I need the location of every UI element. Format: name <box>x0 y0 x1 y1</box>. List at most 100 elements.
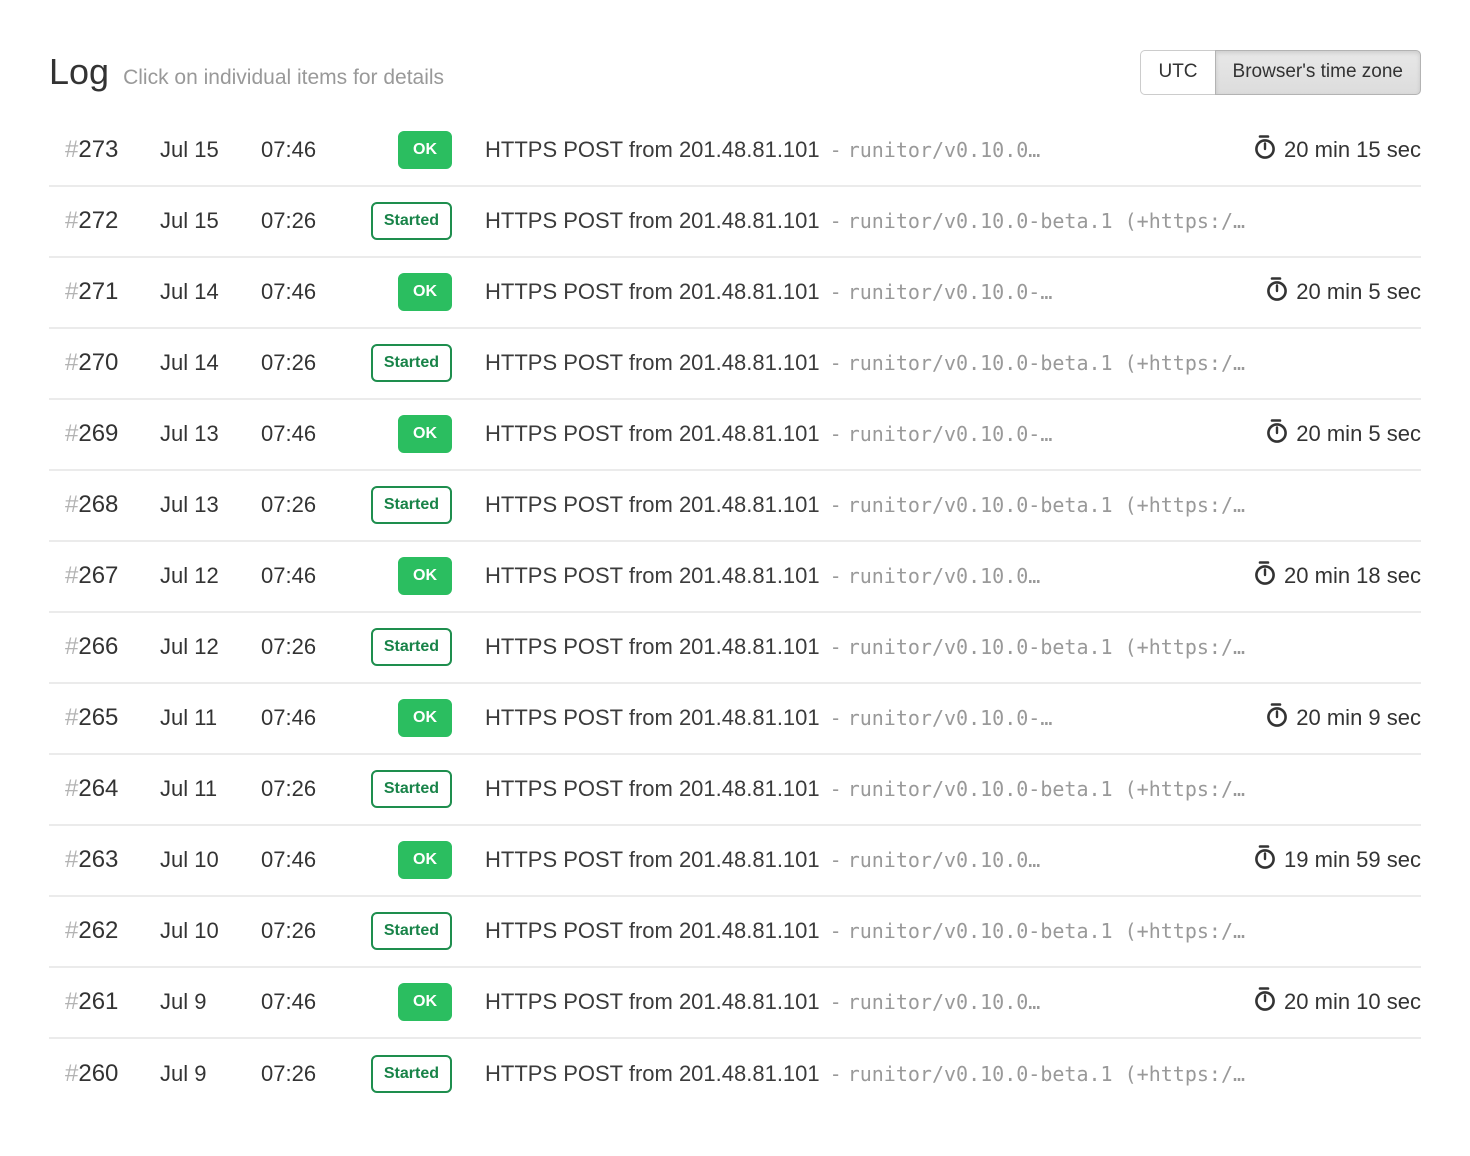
status-cell: Started <box>327 628 452 666</box>
log-row[interactable]: #260 Jul 9 07:26 Started HTTPS POST from… <box>49 1039 1421 1110</box>
event-text: HTTPS POST from 201.48.81.101 <box>485 492 820 517</box>
log-row[interactable]: #273 Jul 15 07:46 OK HTTPS POST from 201… <box>49 116 1421 187</box>
user-agent-text: runitor/v0.10.0… <box>848 848 1041 872</box>
log-row[interactable]: #265 Jul 11 07:46 OK HTTPS POST from 201… <box>49 684 1421 755</box>
log-row[interactable]: #269 Jul 13 07:46 OK HTTPS POST from 201… <box>49 400 1421 471</box>
status-cell: Started <box>327 486 452 524</box>
event-number: #270 <box>49 349 160 377</box>
event-separator: - <box>830 138 842 162</box>
event-date: Jul 11 <box>160 705 261 731</box>
user-agent-text: runitor/v0.10.0-beta.1 (+https:/… <box>848 777 1245 801</box>
log-row[interactable]: #261 Jul 9 07:46 OK HTTPS POST from 201.… <box>49 968 1421 1039</box>
event-separator: - <box>830 706 842 730</box>
event-date: Jul 9 <box>160 1061 261 1087</box>
log-row[interactable]: #263 Jul 10 07:46 OK HTTPS POST from 201… <box>49 826 1421 897</box>
status-badge: Started <box>371 486 452 524</box>
log-row[interactable]: #264 Jul 11 07:26 Started HTTPS POST fro… <box>49 755 1421 826</box>
event-number-value: 266 <box>78 633 118 660</box>
status-badge: Started <box>371 770 452 808</box>
event-text: HTTPS POST from 201.48.81.101 <box>485 350 820 375</box>
status-badge: OK <box>398 699 452 737</box>
page-header: Log Click on individual items for detail… <box>49 50 1421 95</box>
utc-button[interactable]: UTC <box>1140 50 1214 95</box>
event-text: HTTPS POST from 201.48.81.101 <box>485 137 820 162</box>
event-time: 07:26 <box>261 1061 327 1087</box>
log-row[interactable]: #266 Jul 12 07:26 Started HTTPS POST fro… <box>49 613 1421 684</box>
user-agent-text: runitor/v0.10.0-beta.1 (+https:/… <box>848 1062 1245 1086</box>
event-description: HTTPS POST from 201.48.81.101-runitor/v0… <box>485 705 1250 731</box>
duration-cell: 20 min 15 sec <box>1254 134 1421 166</box>
event-number: #269 <box>49 420 160 448</box>
status-badge: Started <box>371 344 452 382</box>
event-number-hash: # <box>65 420 78 447</box>
event-time: 07:46 <box>261 421 327 447</box>
user-agent-text: runitor/v0.10.0-beta.1 (+https:/… <box>848 351 1245 375</box>
status-badge: Started <box>371 202 452 240</box>
event-number: #266 <box>49 633 160 661</box>
duration-text: 20 min 9 sec <box>1296 705 1421 731</box>
status-cell: OK <box>327 557 452 595</box>
status-cell: Started <box>327 912 452 950</box>
event-separator: - <box>830 564 842 588</box>
event-number-hash: # <box>65 917 78 944</box>
browser-timezone-button[interactable]: Browser's time zone <box>1215 50 1421 95</box>
event-text: HTTPS POST from 201.48.81.101 <box>485 1061 820 1086</box>
status-badge: OK <box>398 415 452 453</box>
event-number-value: 264 <box>78 775 118 802</box>
event-date: Jul 10 <box>160 847 261 873</box>
status-cell: OK <box>327 841 452 879</box>
event-number-value: 261 <box>78 988 118 1015</box>
status-cell: Started <box>327 1055 452 1093</box>
event-number: #263 <box>49 846 160 874</box>
event-description: HTTPS POST from 201.48.81.101-runitor/v0… <box>485 776 1375 802</box>
event-number-hash: # <box>65 1060 78 1087</box>
duration-cell: 20 min 18 sec <box>1254 560 1421 592</box>
log-row[interactable]: #262 Jul 10 07:26 Started HTTPS POST fro… <box>49 897 1421 968</box>
event-time: 07:46 <box>261 563 327 589</box>
event-number: #272 <box>49 207 160 235</box>
event-number-hash: # <box>65 846 78 873</box>
event-text: HTTPS POST from 201.48.81.101 <box>485 279 820 304</box>
log-row[interactable]: #271 Jul 14 07:46 OK HTTPS POST from 201… <box>49 258 1421 329</box>
event-number: #271 <box>49 278 160 306</box>
log-row[interactable]: #268 Jul 13 07:26 Started HTTPS POST fro… <box>49 471 1421 542</box>
event-number: #260 <box>49 1060 160 1088</box>
event-date: Jul 14 <box>160 279 261 305</box>
duration-text: 20 min 18 sec <box>1284 563 1421 589</box>
event-date: Jul 12 <box>160 563 261 589</box>
status-badge: OK <box>398 557 452 595</box>
event-text: HTTPS POST from 201.48.81.101 <box>485 634 820 659</box>
event-number-value: 262 <box>78 917 118 944</box>
user-agent-text: runitor/v0.10.0… <box>848 138 1041 162</box>
event-text: HTTPS POST from 201.48.81.101 <box>485 918 820 943</box>
event-text: HTTPS POST from 201.48.81.101 <box>485 705 820 730</box>
page-title: Log <box>49 54 109 90</box>
duration-cell: 20 min 10 sec <box>1254 986 1421 1018</box>
event-number: #265 <box>49 704 160 732</box>
status-badge: Started <box>371 1055 452 1093</box>
log-row[interactable]: #270 Jul 14 07:26 Started HTTPS POST fro… <box>49 329 1421 400</box>
event-number-hash: # <box>65 562 78 589</box>
user-agent-text: runitor/v0.10.0-… <box>848 422 1053 446</box>
event-number-hash: # <box>65 633 78 660</box>
event-time: 07:26 <box>261 918 327 944</box>
log-row[interactable]: #267 Jul 12 07:46 OK HTTPS POST from 201… <box>49 542 1421 613</box>
status-cell: OK <box>327 415 452 453</box>
event-number-value: 272 <box>78 207 118 234</box>
event-time: 07:26 <box>261 776 327 802</box>
event-text: HTTPS POST from 201.48.81.101 <box>485 776 820 801</box>
duration-cell: 20 min 5 sec <box>1266 276 1421 308</box>
event-number-value: 270 <box>78 349 118 376</box>
stopwatch-icon <box>1266 702 1288 734</box>
event-number: #267 <box>49 562 160 590</box>
event-description: HTTPS POST from 201.48.81.101-runitor/v0… <box>485 634 1375 660</box>
duration-text: 20 min 10 sec <box>1284 989 1421 1015</box>
status-cell: Started <box>327 202 452 240</box>
event-description: HTTPS POST from 201.48.81.101-runitor/v0… <box>485 847 1238 873</box>
user-agent-text: runitor/v0.10.0… <box>848 990 1041 1014</box>
event-description: HTTPS POST from 201.48.81.101-runitor/v0… <box>485 1061 1375 1087</box>
event-date: Jul 9 <box>160 989 261 1015</box>
event-separator: - <box>830 351 842 375</box>
log-row[interactable]: #272 Jul 15 07:26 Started HTTPS POST fro… <box>49 187 1421 258</box>
event-number: #262 <box>49 917 160 945</box>
